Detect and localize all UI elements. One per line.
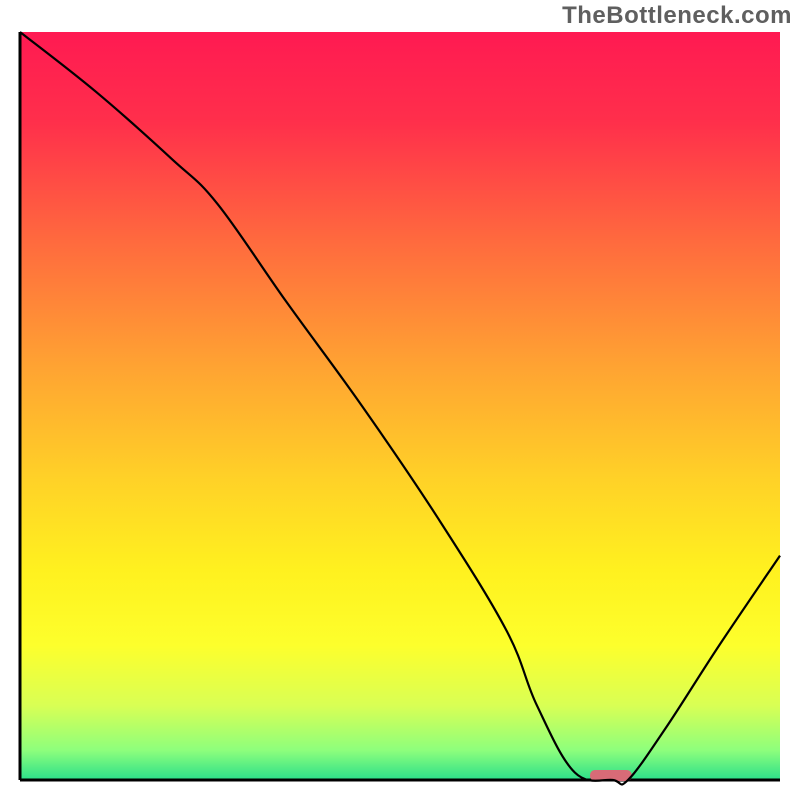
chart-svg — [12, 28, 788, 788]
chart-container: TheBottleneck.com — [0, 0, 800, 800]
watermark-text: TheBottleneck.com — [562, 2, 792, 30]
gradient-background — [20, 32, 780, 780]
plot-area — [12, 28, 788, 788]
